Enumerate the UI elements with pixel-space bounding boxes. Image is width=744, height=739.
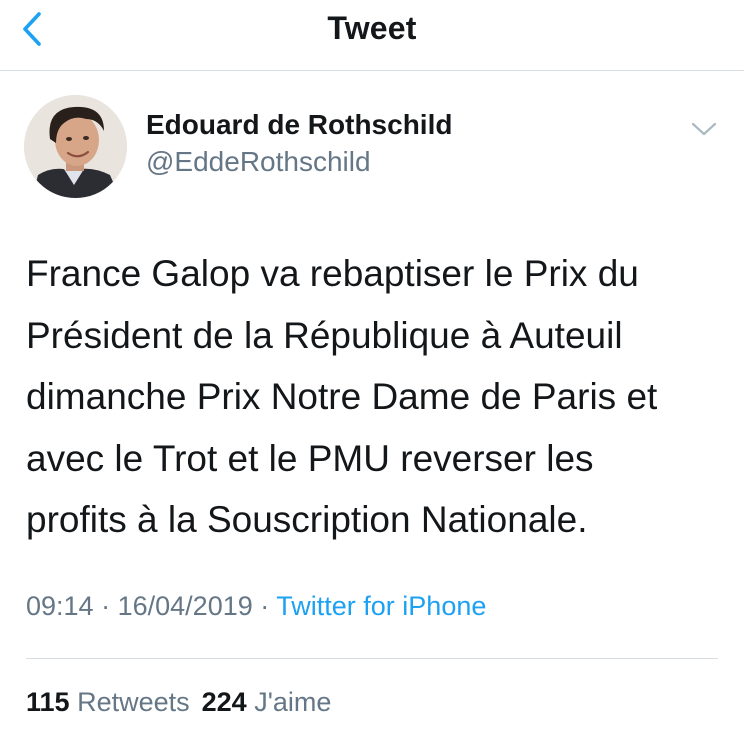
profile-photo xyxy=(24,95,127,198)
likes-label: J'aime xyxy=(254,687,332,717)
author-display-name[interactable]: Edouard de Rothschild xyxy=(146,107,452,143)
chevron-down-icon xyxy=(691,122,717,136)
tweet-stats: 115 Retweets 224 J'aime xyxy=(26,684,331,720)
meta-separator: · xyxy=(101,591,111,621)
retweets-stat[interactable]: 115 Retweets xyxy=(26,687,190,717)
tweet-metadata: 09:14 · 16/04/2019 · Twitter for iPhone xyxy=(26,588,486,624)
avatar[interactable] xyxy=(24,95,127,198)
likes-count: 224 xyxy=(201,687,247,717)
tweet-text-line: avec le Trot et le PMU reverser les xyxy=(26,437,594,479)
retweets-label: Retweets xyxy=(77,687,190,717)
tweet-text: France Galop va rebaptiser le Prix du Pr… xyxy=(26,243,726,551)
tweet-menu-button[interactable] xyxy=(688,117,720,141)
divider xyxy=(26,658,718,659)
tweet-text-line: France Galop va rebaptiser le Prix du xyxy=(26,253,639,294)
meta-separator: · xyxy=(260,591,270,621)
likes-stat[interactable]: 224 J'aime xyxy=(202,687,332,717)
tweet-text-line: dimanche Prix Notre Dame de Paris et xyxy=(26,376,658,417)
author-handle[interactable]: @EddeRothschild xyxy=(146,144,371,180)
retweets-count: 115 xyxy=(26,687,70,717)
tweet-text-line: Président de la République à Auteuil xyxy=(26,314,623,356)
tweet-header: Edouard de Rothschild @EddeRothschild xyxy=(0,71,744,211)
page-title: Tweet xyxy=(327,10,417,46)
tweet-text-line: profits à la Souscription Nationale. xyxy=(26,499,588,540)
navigation-bar: Tweet xyxy=(0,0,744,71)
tweet-date: 16/04/2019 xyxy=(117,591,253,621)
tweet-time: 09:14 xyxy=(26,591,94,621)
tweet-source-link[interactable]: Twitter for iPhone xyxy=(276,591,486,621)
